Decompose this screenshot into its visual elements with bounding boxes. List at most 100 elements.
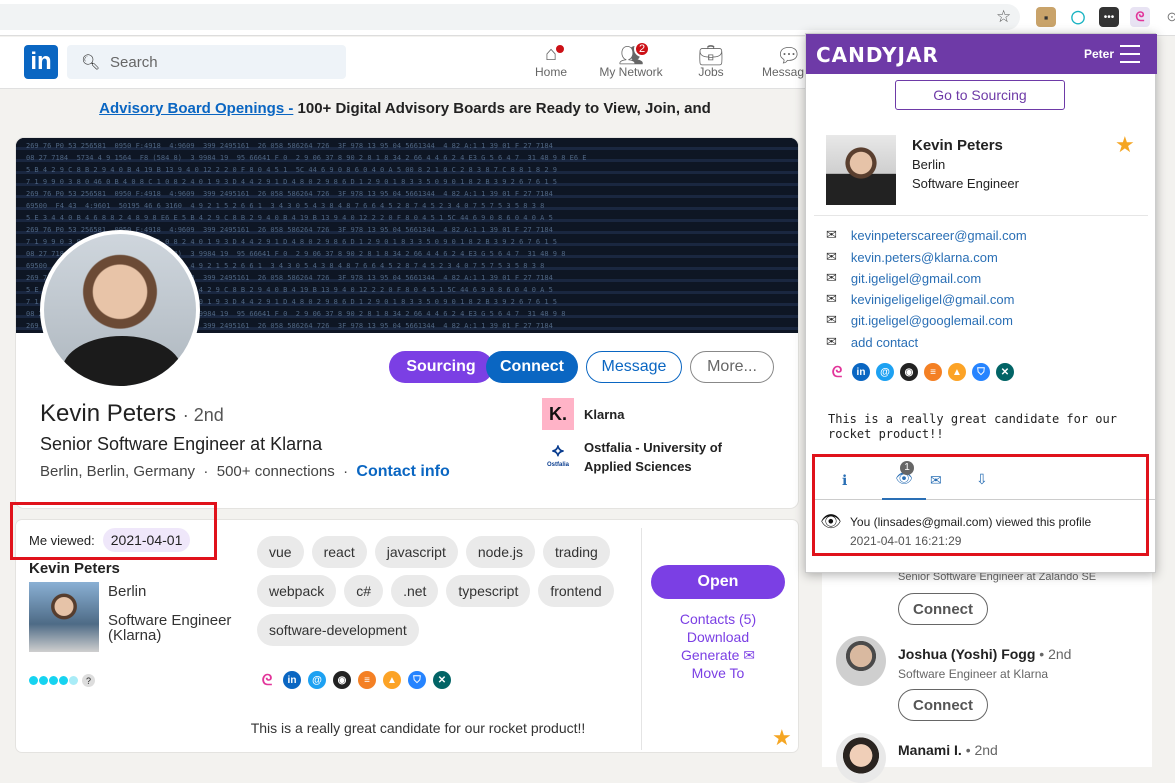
envelope-icon: ✉: [826, 227, 837, 242]
divider: [814, 215, 1148, 216]
connect-button[interactable]: Connect: [898, 689, 988, 721]
social-icons-row: ᘓ in @ ◉ ≡ ▲ ⛉ ✕: [258, 671, 451, 689]
extension-partial-icon[interactable]: ⊙: [1162, 7, 1175, 27]
avatar[interactable]: [836, 636, 886, 686]
profile-card: 269 76 P0 53 256581 0950 F:4918 4:9609 3…: [16, 138, 798, 508]
email-row[interactable]: ✉ git.igeligel@googlemail.com: [826, 312, 1013, 328]
connection-degree: · 2nd: [182, 405, 224, 425]
skill-tag[interactable]: trading: [543, 536, 610, 568]
popup-note[interactable]: This is a really great candidate for our…: [828, 412, 1148, 442]
envelope-icon: ✉: [826, 312, 837, 327]
browser-toolbar: ☆ ▪ ◯ ••• ᘓ ⊙: [0, 0, 1175, 36]
email-row[interactable]: ✉ kevinpeterscareer@gmail.com: [826, 227, 1027, 243]
bitbucket-icon[interactable]: ⛉: [972, 363, 990, 381]
generate-link[interactable]: Generate ✉: [651, 646, 785, 664]
contact-info-link[interactable]: Contact info: [356, 463, 449, 480]
github-icon[interactable]: ◉: [900, 363, 918, 381]
nav-my-network[interactable]: 👥︎ 2 My Network: [596, 41, 666, 79]
ad-banner: Advisory Board Openings - 100+ Digital A…: [99, 100, 711, 117]
message-button[interactable]: Message: [586, 351, 682, 383]
star-icon[interactable]: ★: [1115, 132, 1135, 158]
linkedin-navbar: in 🔍︎ Search ⌂ Home 👥︎ 2 My Network 💼︎ Jo…: [0, 37, 810, 89]
person-name[interactable]: Manami I. • 2nd: [898, 742, 998, 758]
bitbucket-icon[interactable]: ⛉: [408, 671, 426, 689]
profile-location: Berlin, Berlin, Germany: [40, 463, 196, 480]
skill-tags: vue react javascript node.js trading web…: [257, 536, 637, 646]
skill-tag[interactable]: typescript: [446, 575, 531, 607]
highlight-box-activity: [812, 454, 1149, 556]
profile-location-row: Berlin, Berlin, Germany · 500+ connectio…: [40, 463, 450, 480]
candyjar-icon[interactable]: ᘓ: [828, 363, 846, 381]
candyjar-logo: CANDYJAR: [816, 43, 939, 67]
sourcing-button[interactable]: Sourcing: [389, 351, 493, 383]
cj-action-links: Contacts (5) Download Generate ✉ Move To: [651, 610, 785, 682]
org-klarna[interactable]: K. Klarna: [542, 398, 624, 430]
stackoverflow-icon[interactable]: ≡: [924, 363, 942, 381]
add-contact-row[interactable]: ✉ add contact: [826, 334, 918, 350]
address-bar[interactable]: [0, 4, 1020, 30]
score-dots: ?: [29, 674, 95, 687]
skill-tag[interactable]: software-development: [257, 614, 419, 646]
linkedin-logo[interactable]: in: [24, 45, 58, 79]
download-link[interactable]: Download: [651, 628, 785, 646]
cj-name[interactable]: Kevin Peters: [29, 560, 120, 577]
popup-name: Kevin Peters: [912, 137, 1003, 154]
star-icon[interactable]: ☆: [996, 7, 1011, 27]
people-also-viewed: Senior Software Engineer at Zalando SE C…: [822, 540, 1152, 783]
skill-tag[interactable]: .net: [391, 575, 439, 607]
skill-tag[interactable]: javascript: [374, 536, 458, 568]
profile-headline: Senior Software Engineer at Klarna: [40, 434, 323, 454]
email-row[interactable]: ✉ kevin.peters@klarna.com: [826, 249, 998, 265]
extension-dots-icon[interactable]: •••: [1099, 7, 1119, 27]
skill-tag[interactable]: webpack: [257, 575, 337, 607]
profile-connections[interactable]: 500+ connections: [217, 463, 335, 480]
popup-social-icons: ᘓ in @ ◉ ≡ ▲ ⛉ ✕: [828, 363, 1014, 381]
ostfalia-logo: ⟡ Ostfalia: [546, 440, 569, 468]
envelope-icon: ✉: [826, 270, 837, 285]
extension-face-icon[interactable]: ▪: [1036, 7, 1056, 27]
linkedin-icon[interactable]: in: [283, 671, 301, 689]
connect-button[interactable]: Connect: [898, 593, 988, 625]
gitlab-icon[interactable]: ▲: [383, 671, 401, 689]
skill-tag[interactable]: c#: [344, 575, 384, 607]
email-row[interactable]: ✉ git.igeligel@gmail.com: [826, 270, 981, 286]
email-icon[interactable]: @: [876, 363, 894, 381]
github-icon[interactable]: ◉: [333, 671, 351, 689]
nav-home[interactable]: ⌂ Home: [516, 43, 586, 79]
envelope-icon: ✉: [826, 249, 837, 264]
org-ostfalia[interactable]: ⟡ Ostfalia Ostfalia - University of Appli…: [542, 438, 744, 476]
nav-messaging[interactable]: 💬︎ Messag: [756, 43, 810, 79]
contacts-link[interactable]: Contacts (5): [651, 610, 785, 628]
nav-jobs[interactable]: 💼︎ Jobs: [676, 43, 746, 79]
star-icon[interactable]: ★: [772, 725, 792, 751]
linkedin-icon[interactable]: in: [852, 363, 870, 381]
popup-user[interactable]: Peter: [1084, 47, 1114, 61]
move-to-link[interactable]: Move To: [651, 664, 785, 682]
cj-note: This is a really great candidate for our…: [250, 720, 586, 736]
ad-banner-link[interactable]: Advisory Board Openings -: [99, 100, 293, 117]
xing-icon[interactable]: ✕: [996, 363, 1014, 381]
stackoverflow-icon[interactable]: ≡: [358, 671, 376, 689]
more-button[interactable]: More...: [690, 351, 774, 383]
search-input[interactable]: 🔍︎ Search: [67, 45, 346, 79]
email-icon[interactable]: @: [308, 671, 326, 689]
connect-button[interactable]: Connect: [486, 351, 578, 383]
skill-tag[interactable]: frontend: [538, 575, 614, 607]
person-name[interactable]: Joshua (Yoshi) Fogg • 2nd: [898, 646, 1071, 662]
people-icon: 👥︎ 2: [596, 41, 666, 67]
score-help-icon[interactable]: ?: [82, 674, 95, 687]
hamburger-menu-icon[interactable]: [1120, 45, 1140, 63]
xing-icon[interactable]: ✕: [433, 671, 451, 689]
candyjar-extension-icon[interactable]: ᘓ: [1130, 7, 1150, 27]
extension-ring-icon[interactable]: ◯: [1068, 7, 1088, 27]
open-button[interactable]: Open: [651, 565, 785, 599]
go-to-sourcing-button[interactable]: Go to Sourcing: [895, 80, 1065, 110]
skill-tag[interactable]: vue: [257, 536, 304, 568]
avatar[interactable]: [836, 733, 886, 783]
gitlab-icon[interactable]: ▲: [948, 363, 966, 381]
candyjar-icon[interactable]: ᘓ: [258, 671, 276, 689]
skill-tag[interactable]: node.js: [465, 536, 535, 568]
profile-avatar[interactable]: [40, 230, 200, 390]
skill-tag[interactable]: react: [311, 536, 367, 568]
email-row[interactable]: ✉ kevinigeligeligel@gmail.com: [826, 291, 1014, 307]
